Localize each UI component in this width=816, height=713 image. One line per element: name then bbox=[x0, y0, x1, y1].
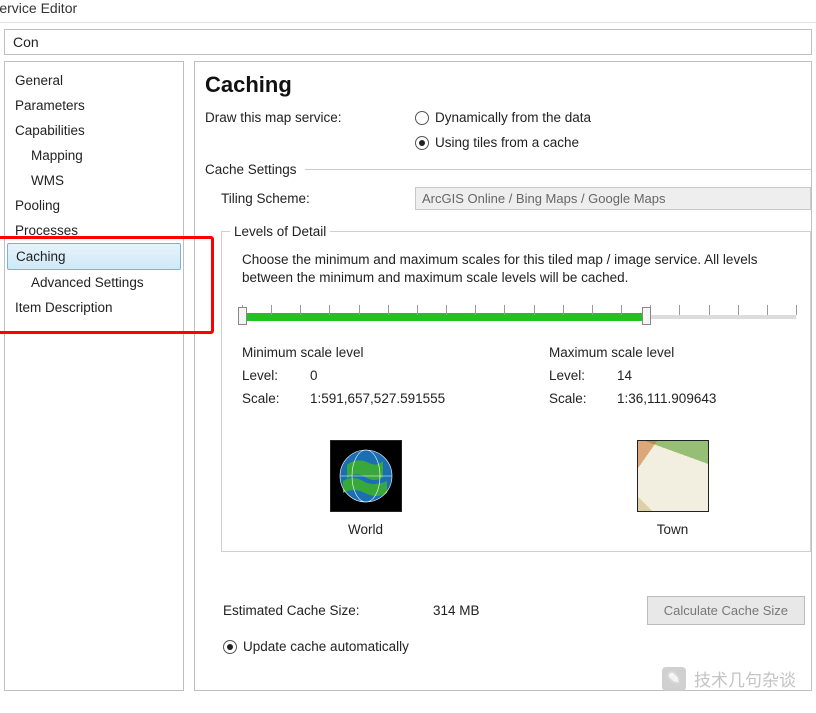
scale-slider[interactable] bbox=[242, 301, 796, 333]
lod-legend: Levels of Detail bbox=[230, 224, 330, 239]
connection-bar: Con bbox=[4, 29, 812, 55]
update-auto-label: Update cache automatically bbox=[243, 639, 409, 654]
sidebar-item-capabilities[interactable]: Capabilities bbox=[5, 118, 183, 143]
min-level-value: 0 bbox=[310, 368, 318, 383]
radio-dynamic-label: Dynamically from the data bbox=[435, 110, 591, 125]
radio-icon bbox=[415, 136, 429, 150]
level-label: Level: bbox=[549, 368, 617, 383]
sidebar-item-pooling[interactable]: Pooling bbox=[5, 193, 183, 218]
radio-icon bbox=[415, 111, 429, 125]
max-scale-header: Maximum scale level bbox=[549, 345, 796, 360]
draw-service-label: Draw this map service: bbox=[205, 110, 415, 125]
estimated-size-value: 314 MB bbox=[433, 603, 593, 618]
sidebar-item-processes[interactable]: Processes bbox=[5, 218, 183, 243]
tiling-scheme-select[interactable]: ArcGIS Online / Bing Maps / Google Maps bbox=[415, 187, 811, 210]
radio-tiles-label: Using tiles from a cache bbox=[435, 135, 579, 150]
estimated-size-label: Estimated Cache Size: bbox=[223, 603, 433, 618]
slider-thumb-max[interactable] bbox=[642, 307, 651, 325]
levels-of-detail-group: Levels of Detail Choose the minimum and … bbox=[221, 224, 811, 552]
calculate-cache-button[interactable]: Calculate Cache Size bbox=[647, 596, 805, 625]
max-scale-value: 1:36,111.909643 bbox=[617, 391, 716, 406]
sidebar-item-mapping[interactable]: Mapping bbox=[5, 143, 183, 168]
radio-dynamic[interactable]: Dynamically from the data bbox=[415, 110, 591, 125]
lod-description: Choose the minimum and maximum scales fo… bbox=[242, 251, 796, 287]
radio-update-auto[interactable]: Update cache automatically bbox=[223, 639, 805, 654]
scale-label: Scale: bbox=[549, 391, 617, 406]
divider bbox=[305, 169, 811, 170]
globe-icon bbox=[337, 447, 395, 505]
world-caption: World bbox=[348, 522, 383, 537]
sidebar-item-parameters[interactable]: Parameters bbox=[5, 93, 183, 118]
max-level-value: 14 bbox=[617, 368, 632, 383]
min-scale-header: Minimum scale level bbox=[242, 345, 489, 360]
cache-settings-label: Cache Settings bbox=[205, 162, 297, 177]
sidebar-item-advanced-settings[interactable]: Advanced Settings bbox=[5, 270, 183, 295]
scale-label: Scale: bbox=[242, 391, 310, 406]
window-title: Service Editor bbox=[0, 0, 816, 22]
min-scale-value: 1:591,657,527.591555 bbox=[310, 391, 445, 406]
sidebar-item-caching[interactable]: Caching bbox=[7, 243, 181, 270]
tiling-scheme-label: Tiling Scheme: bbox=[221, 191, 415, 206]
radio-icon bbox=[223, 640, 237, 654]
world-thumbnail bbox=[330, 440, 402, 512]
content-panel: Caching Draw this map service: Dynamical… bbox=[194, 61, 812, 691]
page-title: Caching bbox=[205, 72, 811, 98]
sidebar-item-item-description[interactable]: Item Description bbox=[5, 295, 183, 320]
town-caption: Town bbox=[657, 522, 689, 537]
sidebar-item-general[interactable]: General bbox=[5, 68, 183, 93]
sidebar-item-wms[interactable]: WMS bbox=[5, 168, 183, 193]
sidebar: General Parameters Capabilities Mapping … bbox=[4, 61, 184, 691]
town-thumbnail bbox=[637, 440, 709, 512]
radio-tiles[interactable]: Using tiles from a cache bbox=[415, 135, 591, 150]
slider-thumb-min[interactable] bbox=[238, 307, 247, 325]
level-label: Level: bbox=[242, 368, 310, 383]
